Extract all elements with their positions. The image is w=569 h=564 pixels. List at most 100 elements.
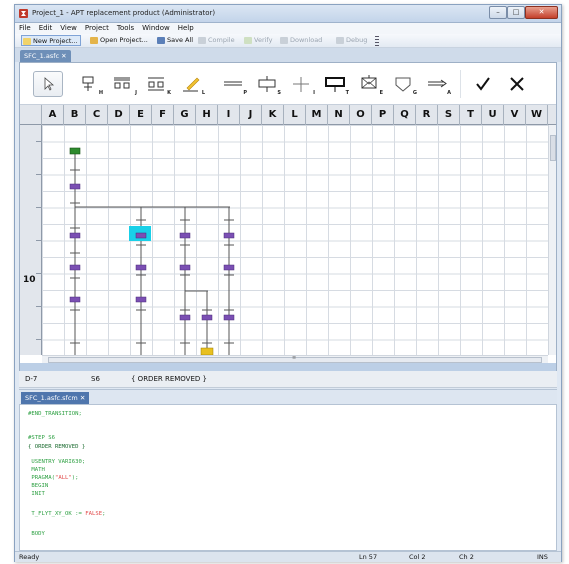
pencil-icon [183, 77, 200, 92]
compile-button[interactable]: Compile [197, 35, 237, 46]
code-tab-close-icon[interactable]: ✕ [80, 394, 85, 402]
step-name: S6 [91, 375, 100, 383]
scroll-grip-icon: ≡ [292, 355, 297, 361]
menu-help[interactable]: Help [174, 23, 198, 32]
code-tab-strip: SFC_1.asfc.sfcm ✕ [19, 389, 557, 405]
column-a: A [42, 105, 64, 125]
cell-reference: D-7 [25, 375, 38, 383]
column-f: F [152, 105, 174, 125]
assign-text: T_FLYT_XY_OK := FALSE; [28, 511, 106, 517]
palette-envelope-step[interactable]: E [354, 71, 384, 97]
envelope-icon [361, 75, 377, 89]
column-d: D [108, 105, 130, 125]
boolean-literal: FALSE [85, 511, 103, 517]
palette-step-block[interactable]: T [320, 71, 350, 97]
palette-comment[interactable]: L [176, 71, 206, 97]
row-header: 10 [20, 125, 42, 355]
column-e: E [130, 105, 152, 125]
step-block-icon [325, 77, 345, 92]
palette-cross-key: I [313, 90, 315, 96]
horizontal-scrollbar[interactable]: ≡ [42, 355, 548, 363]
palette-jump[interactable]: A [422, 71, 452, 97]
verify-icon [244, 37, 252, 44]
palette-jump-key: A [447, 90, 451, 96]
new-project-icon [23, 38, 31, 45]
pointer-icon [44, 77, 55, 91]
step-icon [82, 76, 94, 91]
verify-label: Verify [254, 36, 273, 44]
toolbar-grip[interactable] [375, 36, 379, 46]
sfc-canvas[interactable] [42, 125, 548, 355]
column-l: L [284, 105, 306, 125]
pragma-text: PRAGMA("ALL"); [28, 475, 79, 481]
menu-tools[interactable]: Tools [113, 23, 138, 32]
maximize-icon: □ [512, 8, 520, 16]
menu-view[interactable]: View [56, 23, 81, 32]
code-line: USENTRY VARI630; [28, 459, 86, 465]
compile-icon [198, 37, 206, 44]
column-header: ABCDEFGHIJKLMNOPQRSTUVW [20, 105, 556, 125]
status-ready: Ready [19, 553, 40, 561]
save-all-button[interactable]: Save All [156, 35, 195, 46]
palette-step[interactable]: H [74, 71, 104, 97]
selection-info-bar: D-7 S6 { ORDER REMOVED } [19, 371, 557, 388]
cancel-button[interactable] [502, 71, 532, 97]
cross-icon [293, 77, 309, 92]
palette-macro-step[interactable]: S [252, 71, 282, 97]
minimize-button[interactable]: – [489, 6, 507, 19]
string-literal: "ALL" [54, 475, 72, 481]
menu-window[interactable]: Window [138, 23, 174, 32]
palette-pointer[interactable] [33, 71, 63, 97]
code-line: { ORDER REMOVED } [28, 444, 86, 450]
jump-arrow-icon [428, 79, 447, 88]
debug-button[interactable]: Debug [335, 35, 369, 46]
palette-alternative-branch[interactable]: K [142, 71, 172, 97]
palette-shield[interactable]: G [388, 71, 418, 97]
code-editor[interactable]: #END_TRANSITION; #STEP S6 { ORDER REMOVE… [19, 404, 557, 551]
verify-button[interactable]: Verify [243, 35, 274, 46]
palette-separator [460, 70, 461, 98]
minimize-icon: – [496, 8, 500, 16]
menu-edit[interactable]: Edit [35, 23, 57, 32]
app-window: Project_1 - APT replacement product (Adm… [14, 4, 562, 562]
parallel-branch-icon [114, 77, 130, 89]
code-tab-label: SFC_1.asfc.sfcm [25, 394, 78, 402]
menu-project[interactable]: Project [81, 23, 113, 32]
document-tab[interactable]: SFC_1.asfc ✕ [20, 50, 71, 62]
column-p: P [372, 105, 394, 125]
palette-alternative-key: K [167, 90, 171, 96]
open-project-button[interactable]: Open Project... [89, 35, 150, 46]
header-corner [20, 105, 42, 125]
column-h: H [196, 105, 218, 125]
compile-label: Compile [208, 36, 235, 44]
main-toolbar: New Project... Open Project... Save All … [15, 34, 561, 48]
accept-button[interactable] [468, 71, 498, 97]
code-line: INIT [28, 491, 45, 497]
new-project-label: New Project... [33, 37, 78, 45]
vertical-scroll-thumb[interactable] [550, 135, 556, 161]
palette-cross[interactable]: I [286, 71, 316, 97]
macro-step-icon [258, 76, 276, 92]
sfc-diagram [69, 147, 235, 355]
column-q: Q [394, 105, 416, 125]
column-b: B [64, 105, 86, 125]
column-j: J [240, 105, 262, 125]
download-button[interactable]: Download [279, 35, 324, 46]
palette-step-block-key: T [345, 90, 349, 96]
column-v: V [504, 105, 526, 125]
editor-splitter[interactable] [20, 363, 556, 371]
maximize-button[interactable]: □ [507, 6, 525, 19]
tab-close-icon[interactable]: ✕ [61, 52, 66, 60]
palette-parallel-branch[interactable]: J [108, 71, 138, 97]
palette-comment-key: L [201, 90, 205, 96]
new-project-button[interactable]: New Project... [21, 35, 81, 46]
palette-double-line-key: P [243, 90, 247, 96]
title-bar[interactable]: Project_1 - APT replacement product (Adm… [15, 5, 561, 23]
palette-double-line[interactable]: P [218, 71, 248, 97]
vertical-scrollbar[interactable] [548, 125, 556, 355]
menu-file[interactable]: File [15, 23, 35, 32]
download-label: Download [290, 36, 323, 44]
close-button[interactable]: ✕ [525, 6, 558, 19]
open-project-label: Open Project... [100, 36, 148, 44]
status-bar: Ready Ln 57 Col 2 Ch 2 INS [15, 551, 561, 562]
